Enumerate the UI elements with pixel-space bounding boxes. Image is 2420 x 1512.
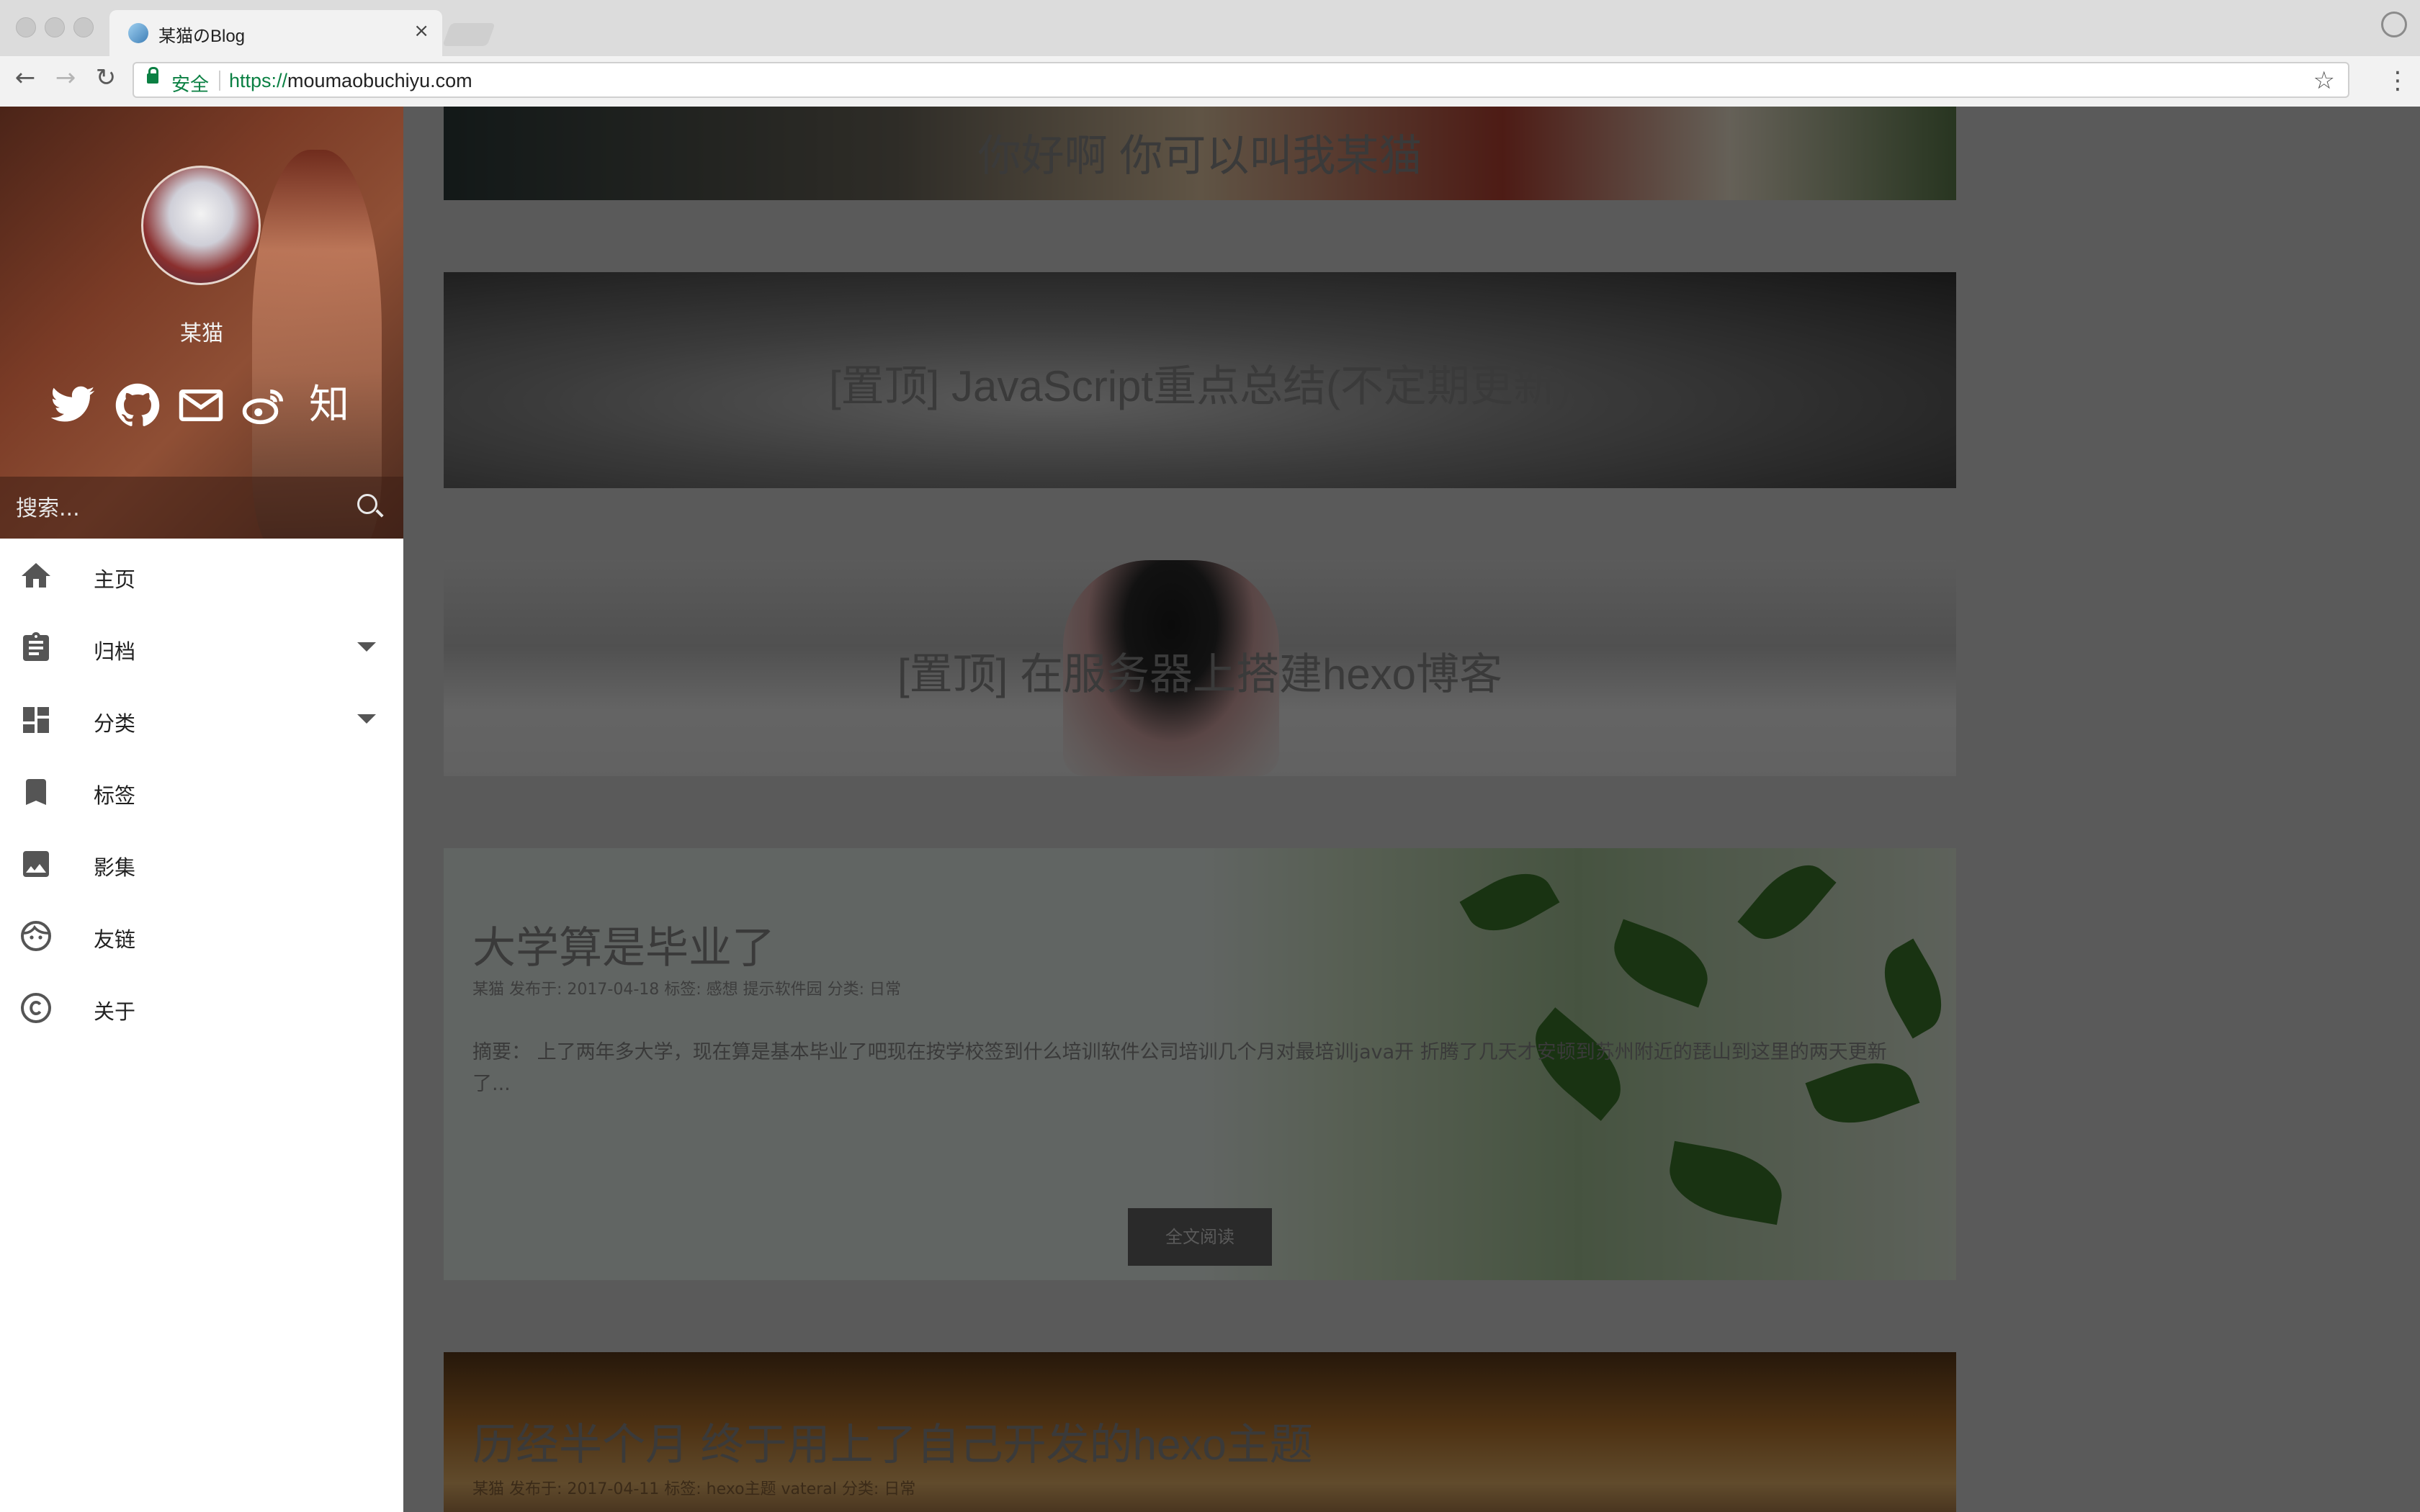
post-card[interactable]: 历经半个月 终于用上了自己开发的hexo主题 某猫 发布于: 2017-04-1… bbox=[444, 1352, 1956, 1512]
maximize-window-button[interactable] bbox=[73, 17, 94, 37]
address-bar[interactable]: 安全 https://moumaobuchiyu.com ☆ bbox=[133, 62, 2349, 98]
browser-tab[interactable]: 某猫のBlog × bbox=[109, 10, 442, 56]
sidebar-header: 某猫 知 bbox=[0, 107, 403, 539]
search-icon[interactable] bbox=[357, 494, 377, 514]
post-card[interactable]: 大学算是毕业了 某猫 发布于: 2017-04-18 标签: 感想 提示软件园 … bbox=[444, 848, 1956, 1280]
bookmark-star-icon[interactable]: ☆ bbox=[2313, 66, 2335, 95]
sidebar-item-label: 友链 bbox=[94, 927, 136, 952]
github-icon[interactable] bbox=[114, 382, 161, 429]
search-input[interactable] bbox=[14, 491, 356, 526]
post-title[interactable]: [置顶] JavaScript重点总结(不定期更新) bbox=[444, 351, 1956, 414]
home-icon bbox=[22, 563, 50, 588]
avatar[interactable] bbox=[141, 166, 261, 285]
post-card[interactable]: [置顶] JavaScript重点总结(不定期更新) bbox=[444, 272, 1956, 488]
back-button[interactable]: ← bbox=[9, 63, 42, 92]
profile-icon[interactable] bbox=[2381, 12, 2407, 37]
read-more-button[interactable]: 全文阅读 bbox=[1128, 1208, 1272, 1266]
sidebar-item-label: 关于 bbox=[94, 999, 136, 1024]
sidebar-menu: 主页 归档 分类 标签 影集 友链 关于 bbox=[0, 539, 403, 1043]
minimize-window-button[interactable] bbox=[45, 17, 65, 37]
tab-strip: 某猫のBlog × bbox=[0, 0, 2420, 56]
close-window-button[interactable] bbox=[16, 17, 36, 37]
sidebar-item-label: 标签 bbox=[94, 783, 136, 808]
weibo-icon[interactable] bbox=[241, 382, 288, 429]
forward-button[interactable]: → bbox=[49, 63, 82, 92]
post-title[interactable]: 历经半个月 终于用上了自己开发的hexo主题 bbox=[472, 1410, 1313, 1472]
post-list: 你好啊 你可以叫我某猫 [置顶] JavaScript重点总结(不定期更新) [… bbox=[403, 107, 2420, 1512]
username: 某猫 bbox=[180, 321, 223, 346]
tab-title: 某猫のBlog bbox=[158, 27, 246, 46]
favicon-icon bbox=[128, 23, 148, 43]
secure-label: 安全 bbox=[171, 73, 210, 95]
sidebar-item-label: 分类 bbox=[94, 711, 136, 736]
sidebar: 某猫 知 主页 归档 分类 标签 影集 bbox=[0, 107, 403, 1512]
dashboard-icon bbox=[23, 707, 49, 733]
reload-button[interactable]: ↻ bbox=[89, 63, 122, 92]
image-icon bbox=[23, 851, 49, 877]
search-bar bbox=[0, 477, 403, 539]
post-title[interactable]: 你好啊 你可以叫我某猫 bbox=[444, 121, 1956, 184]
mail-icon[interactable] bbox=[177, 382, 225, 429]
sidebar-item-label: 影集 bbox=[94, 855, 136, 880]
sidebar-item-gallery[interactable]: 影集 bbox=[0, 827, 403, 899]
post-meta: 某猫 发布于: 2017-04-11 标签: hexo主题 vateral 分类… bbox=[472, 1480, 916, 1498]
tab-close-icon[interactable]: × bbox=[413, 20, 429, 42]
sidebar-item-label: 主页 bbox=[94, 567, 136, 592]
post-title[interactable]: [置顶] 在服务器上搭建hexo博客 bbox=[444, 639, 1956, 702]
url-text[interactable]: https://moumaobuchiyu.com bbox=[229, 70, 472, 92]
browser-menu-icon[interactable]: ⋮ bbox=[2385, 66, 2410, 95]
clipboard-icon bbox=[23, 632, 49, 661]
post-title[interactable]: 大学算是毕业了 bbox=[472, 913, 775, 976]
sidebar-item-categories[interactable]: 分类 bbox=[0, 683, 403, 755]
zhihu-icon[interactable]: 知 bbox=[305, 382, 353, 429]
post-excerpt: 摘要： 上了两年多大学，现在算是基本毕业了吧现在按学校签到什么培训软件公司培训几… bbox=[472, 1041, 1887, 1095]
browser-toolbar: ← → ↻ 安全 https://moumaobuchiyu.com ☆ bbox=[0, 56, 2420, 108]
copyright-icon bbox=[21, 993, 51, 1023]
chevron-down-icon[interactable] bbox=[357, 714, 376, 724]
divider bbox=[219, 71, 220, 91]
post-card[interactable]: [置顶] 在服务器上搭建hexo博客 bbox=[444, 560, 1956, 776]
sidebar-item-archive[interactable]: 归档 bbox=[0, 611, 403, 683]
sidebar-item-about[interactable]: 关于 bbox=[0, 971, 403, 1043]
sidebar-item-home[interactable]: 主页 bbox=[0, 539, 403, 611]
sidebar-item-tags[interactable]: 标签 bbox=[0, 755, 403, 827]
chevron-down-icon[interactable] bbox=[357, 642, 376, 652]
face-icon bbox=[21, 921, 51, 951]
sidebar-item-friends[interactable]: 友链 bbox=[0, 899, 403, 971]
sidebar-item-label: 归档 bbox=[94, 639, 136, 664]
browser-chrome: 某猫のBlog × ← → ↻ 安全 https://moumaobuchiyu… bbox=[0, 0, 2420, 108]
post-meta: 某猫 发布于: 2017-04-18 标签: 感想 提示软件园 分类: 日常 bbox=[472, 981, 902, 999]
lock-icon bbox=[147, 67, 158, 84]
post-card[interactable]: 你好啊 你可以叫我某猫 bbox=[444, 107, 1956, 200]
new-tab-button[interactable] bbox=[442, 23, 496, 46]
bookmark-icon bbox=[26, 779, 46, 805]
url-host: moumaobuchiyu.com bbox=[287, 70, 472, 91]
twitter-icon[interactable] bbox=[49, 382, 97, 429]
url-scheme: https:// bbox=[229, 70, 288, 91]
